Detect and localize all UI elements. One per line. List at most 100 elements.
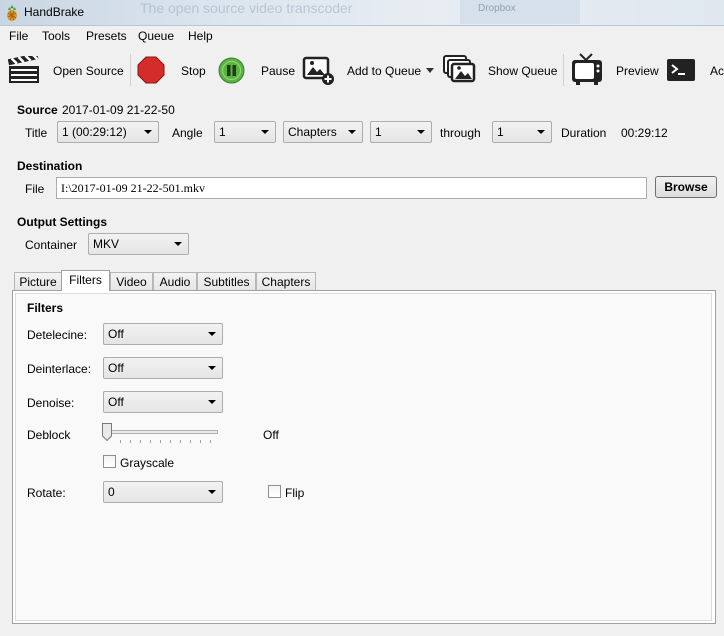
deblock-slider-track[interactable] xyxy=(106,430,218,434)
deinterlace-select[interactable]: Off xyxy=(103,357,223,379)
through-label: through xyxy=(440,126,481,140)
slider-tick xyxy=(190,440,191,443)
toolbar: Open Source Stop Pause Add to Queue Show… xyxy=(0,46,724,94)
flip-checkbox[interactable] xyxy=(268,485,281,498)
tv-preview-icon xyxy=(572,53,602,85)
open-source-button[interactable]: Open Source xyxy=(8,54,124,86)
duration-label: Duration xyxy=(561,126,607,140)
clapperboard-icon xyxy=(8,56,39,83)
deblock-slider-thumb[interactable] xyxy=(102,423,112,441)
rotate-value: 0 xyxy=(108,485,115,499)
range-mode-value: Chapters xyxy=(288,125,337,139)
output-settings-heading: Output Settings xyxy=(17,215,107,229)
menu-tools[interactable]: Tools xyxy=(42,29,70,43)
rotate-select[interactable]: 0 xyxy=(103,481,223,503)
chevron-down-icon xyxy=(144,130,152,134)
duration-value: 00:29:12 xyxy=(621,126,668,140)
container-select[interactable]: MKV xyxy=(88,233,189,255)
angle-select[interactable]: 1 xyxy=(214,121,276,143)
slider-tick xyxy=(130,440,131,443)
handbrake-pineapple-icon xyxy=(7,5,17,21)
range-mode-select[interactable]: Chapters xyxy=(283,121,363,143)
add-to-queue-icon xyxy=(302,56,334,85)
pause-label: Pause xyxy=(261,64,296,78)
title-select[interactable]: 1 (00:29:12) xyxy=(57,121,159,143)
title-label: Title xyxy=(25,126,48,140)
destination-file-input[interactable]: I:\2017-01-09 21-22-501.mkv xyxy=(56,177,647,199)
chevron-down-icon xyxy=(417,130,425,134)
chevron-down-icon xyxy=(261,130,269,134)
menu-help[interactable]: Help xyxy=(188,29,213,43)
deblock-value: Off xyxy=(263,428,279,442)
slider-tick xyxy=(120,440,121,443)
stop-button[interactable]: Stop xyxy=(137,54,209,86)
range-start-value: 1 xyxy=(375,125,382,139)
menu-bar: File Tools Presets Queue Help xyxy=(0,26,724,46)
denoise-select[interactable]: Off xyxy=(103,391,223,413)
tab-chapters[interactable]: Chapters xyxy=(256,272,316,290)
deinterlace-value: Off xyxy=(108,361,124,375)
show-queue-label: Show Queue xyxy=(488,64,558,78)
grayscale-label: Grayscale xyxy=(120,456,175,470)
background-window-text: The open source video transcoder xyxy=(140,0,353,16)
add-to-queue-button[interactable]: Add to Queue xyxy=(300,54,436,86)
preview-button[interactable]: Preview xyxy=(570,52,659,86)
tab-subtitles[interactable]: Subtitles xyxy=(197,272,256,290)
tab-audio[interactable]: Audio xyxy=(153,272,197,290)
menu-presets[interactable]: Presets xyxy=(86,29,127,43)
menu-file[interactable]: File xyxy=(9,29,28,43)
destination-heading: Destination xyxy=(17,159,83,173)
angle-select-value: 1 xyxy=(219,125,226,139)
pause-icon xyxy=(218,57,245,84)
chevron-down-icon xyxy=(537,130,545,134)
tab-filters[interactable]: Filters xyxy=(61,270,110,291)
add-to-queue-dropdown-icon[interactable] xyxy=(426,68,434,73)
chevron-down-icon xyxy=(208,332,216,336)
denoise-label: Denoise: xyxy=(27,396,75,410)
show-queue-icon xyxy=(443,55,476,83)
toolbar-separator xyxy=(130,54,131,86)
chevron-down-icon xyxy=(174,242,182,246)
range-start-select[interactable]: 1 xyxy=(370,121,432,143)
container-select-value: MKV xyxy=(93,237,120,251)
browse-button[interactable]: Browse xyxy=(655,176,717,198)
range-end-value: 1 xyxy=(497,125,504,139)
detelecine-value: Off xyxy=(108,327,124,341)
tab-picture[interactable]: Picture xyxy=(14,272,62,290)
slider-tick xyxy=(140,440,141,443)
title-select-value: 1 (00:29:12) xyxy=(62,125,127,139)
deblock-label: Deblock xyxy=(27,428,71,442)
preview-label: Preview xyxy=(616,64,659,78)
source-name: 2017-01-09 21-22-50 xyxy=(62,103,175,117)
terminal-icon xyxy=(667,59,695,81)
slider-tick xyxy=(170,440,171,443)
range-end-select[interactable]: 1 xyxy=(492,121,552,143)
background-window-item: Dropbox xyxy=(478,3,516,14)
menu-queue[interactable]: Queue xyxy=(138,29,174,43)
status-bar xyxy=(0,628,724,636)
open-source-label: Open Source xyxy=(53,64,124,78)
deinterlace-label: Deinterlace: xyxy=(27,362,92,376)
slider-tick xyxy=(160,440,161,443)
detelecine-label: Detelecine: xyxy=(27,328,88,342)
chevron-down-icon xyxy=(208,490,216,494)
slider-tick xyxy=(200,440,201,443)
grayscale-checkbox[interactable] xyxy=(103,455,116,468)
slider-tick xyxy=(210,440,211,443)
pause-button[interactable]: Pause xyxy=(218,54,296,86)
chevron-down-icon xyxy=(208,366,216,370)
denoise-value: Off xyxy=(108,395,124,409)
angle-label: Angle xyxy=(172,126,203,140)
flip-label: Flip xyxy=(285,486,305,500)
title-bar[interactable]: The open source video transcoder Dropbox… xyxy=(0,0,724,26)
activity-log-button[interactable]: Ac xyxy=(666,54,724,86)
detelecine-select[interactable]: Off xyxy=(103,323,223,345)
window-title: HandBrake xyxy=(24,5,85,19)
activity-label: Ac xyxy=(710,64,724,78)
stop-icon xyxy=(137,56,165,84)
tab-video[interactable]: Video xyxy=(110,272,153,290)
show-queue-button[interactable]: Show Queue xyxy=(442,54,558,86)
chevron-down-icon xyxy=(208,400,216,404)
filters-heading: Filters xyxy=(27,301,64,315)
stop-label: Stop xyxy=(181,64,206,78)
